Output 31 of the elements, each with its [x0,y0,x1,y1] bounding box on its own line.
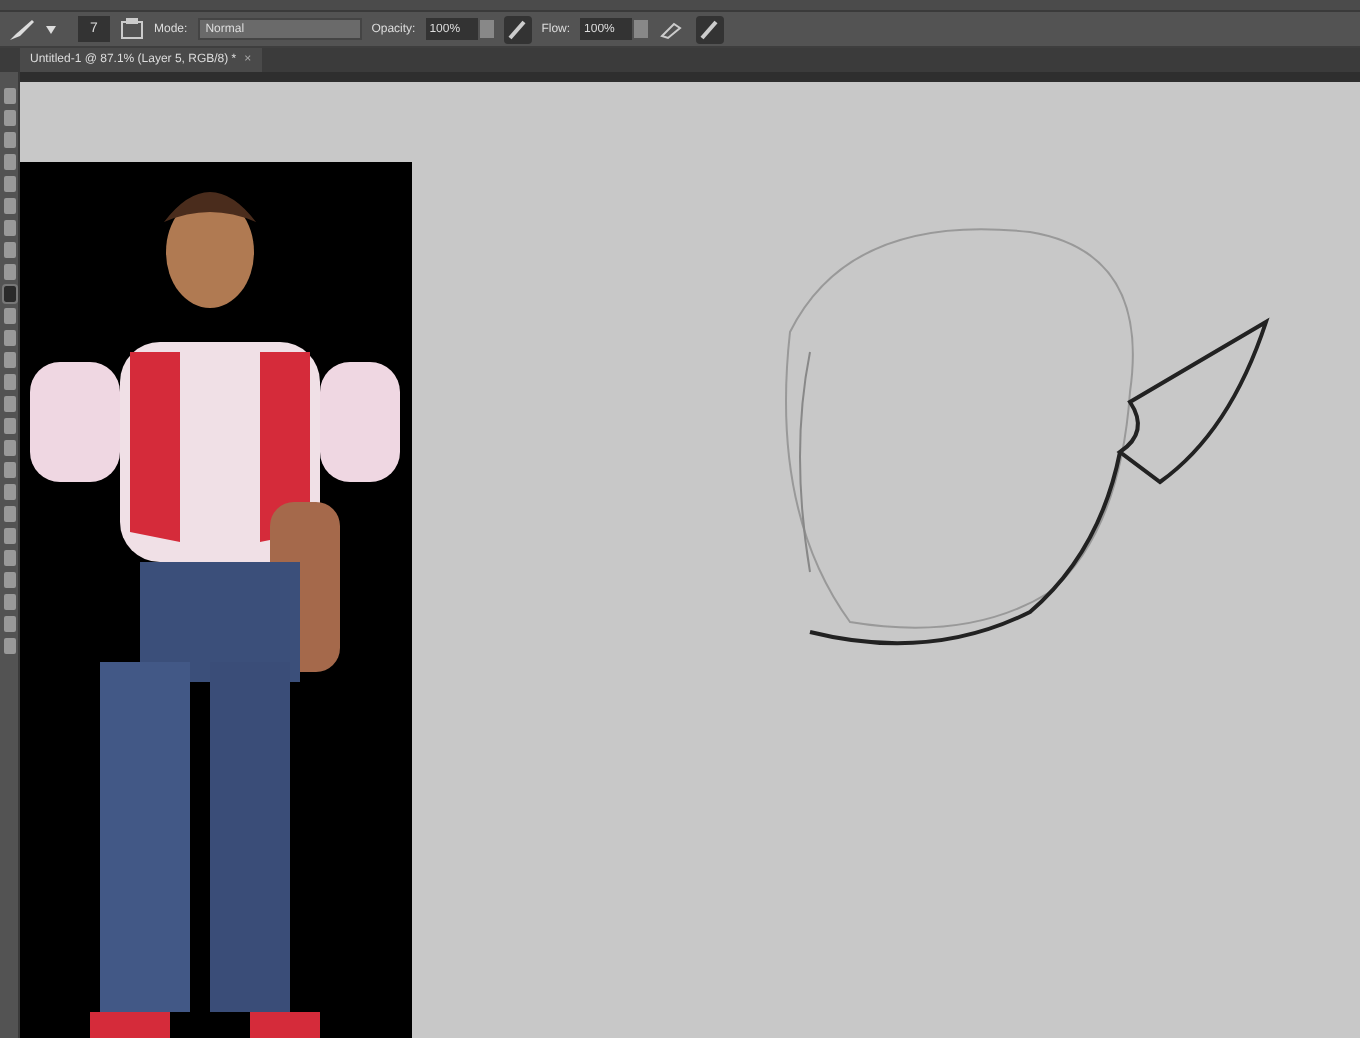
tool-icon[interactable] [3,264,15,280]
brush-panel-icon[interactable] [120,18,144,40]
tool-icon[interactable] [3,220,15,236]
tool-icon[interactable] [3,330,15,346]
dropdown-button[interactable] [634,20,649,38]
tool-icon[interactable] [3,154,15,170]
tool-icon[interactable] [3,638,15,654]
tool-icon[interactable] [3,374,15,390]
tool-icon[interactable] [3,418,15,434]
tool-icon[interactable] [3,616,15,632]
tool-icon[interactable] [3,484,15,500]
caret-icon[interactable] [46,25,56,33]
tool-icon[interactable] [3,198,15,214]
tool-icon[interactable] [3,176,15,192]
tool-icon[interactable] [3,396,15,412]
tool-icon[interactable] [3,572,15,588]
tool-icon[interactable] [3,242,15,258]
tool-icon[interactable] [3,308,15,324]
tool-icon[interactable] [3,110,15,126]
brush-icon[interactable] [8,17,36,41]
tool-icon[interactable] [3,132,15,148]
tool-icon[interactable] [3,352,15,368]
tool-icon[interactable] [3,286,15,302]
tool-icon[interactable] [3,462,15,478]
dropdown-button[interactable] [479,20,494,38]
tool-icon[interactable] [3,88,15,104]
tool-icon[interactable] [3,528,15,544]
tool-icon[interactable] [3,594,15,610]
tool-icon[interactable] [3,506,15,522]
tool-icon[interactable] [3,440,15,456]
tool-icon[interactable] [3,550,15,566]
